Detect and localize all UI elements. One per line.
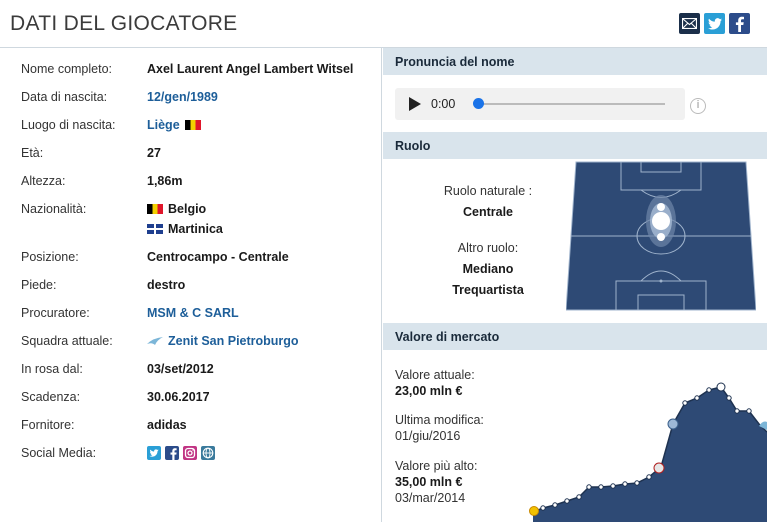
last-modified-label: Ultima modifica: (395, 413, 484, 427)
value-foot: destro (147, 278, 186, 292)
label-birth-place: Luogo di nascita: (21, 118, 116, 132)
player-data-panel: Nome completo: Axel Laurent Angel Lamber… (0, 48, 382, 522)
club-value: Zenit San Pietroburgo (147, 334, 299, 348)
audio-progress-track[interactable] (479, 103, 665, 105)
belgium-flag-icon (184, 120, 201, 130)
other-role-value-2: Trequartista (452, 283, 524, 297)
highest-value-label: Valore più alto: (395, 459, 478, 473)
label-contract: Scadenza: (21, 390, 81, 404)
natural-role-value: Centrale (462, 205, 514, 219)
value-nationality-2: Martinica (147, 222, 223, 236)
social-instagram-link[interactable] (183, 446, 197, 460)
label-age: Età: (21, 146, 44, 160)
social-facebook-link[interactable] (165, 446, 179, 460)
highest-value: 35,00 mln € (395, 475, 463, 489)
share-twitter-button[interactable] (704, 13, 725, 34)
club-link[interactable]: Zenit San Pietroburgo (168, 334, 299, 348)
twitter-icon (707, 17, 722, 30)
natural-role-label: Ruolo naturale : (443, 184, 533, 198)
last-modified-date: 01/giu/2016 (395, 429, 461, 443)
other-role-value-1: Mediano (462, 262, 514, 276)
market-value-header: Valore di mercato (383, 323, 767, 350)
label-foot: Piede: (21, 278, 57, 292)
club-logo-icon (529, 506, 539, 516)
label-social: Social Media: (21, 446, 97, 460)
label-joined: In rosa dal: (21, 362, 83, 376)
pronunciation-header: Pronuncia del nome (383, 48, 767, 75)
label-agent: Procuratore: (21, 306, 90, 320)
mail-icon (682, 18, 697, 29)
role-header: Ruolo (383, 132, 767, 159)
other-role-label: Altro ruolo: (457, 241, 519, 255)
social-website-link[interactable] (201, 446, 215, 460)
value-joined: 03/set/2012 (147, 362, 214, 376)
value-height: 1,86m (147, 174, 183, 188)
label-supplier: Fornitore: (21, 418, 75, 432)
birth-date-link[interactable]: 12/gen/1989 (147, 90, 218, 104)
info-icon[interactable]: i (690, 98, 706, 114)
value-full-name: Axel Laurent Angel Lambert Witsel (147, 62, 354, 76)
market-value-chart (529, 382, 767, 522)
section-title: DATI DEL GIOCATORE (10, 12, 238, 35)
side-panel: Pronuncia del nome 0:00 i Ruolo Ruolo na… (383, 48, 767, 522)
social-links (147, 446, 219, 460)
audio-time: 0:00 (431, 97, 456, 111)
current-value-label: Valore attuale: (395, 368, 475, 382)
current-value: 23,00 mln € (395, 384, 463, 398)
label-nationality: Nazionalità: (21, 202, 87, 216)
audio-progress-knob[interactable] (473, 98, 484, 109)
value-contract: 30.06.2017 (147, 390, 210, 404)
agent-link[interactable]: MSM & C SARL (147, 306, 239, 320)
label-birth-date: Data di nascita: (21, 90, 108, 104)
audio-player: 0:00 (395, 88, 685, 120)
martinique-flag-icon (147, 224, 163, 234)
website-icon (202, 447, 214, 459)
birth-place-value: Liège (147, 118, 201, 132)
club-logo-icon (653, 462, 665, 474)
value-nationality-1: Belgio (147, 202, 206, 216)
play-icon[interactable] (409, 97, 421, 111)
value-age: 27 (147, 146, 161, 160)
label-position: Posizione: (21, 250, 79, 264)
highest-value-date: 03/mar/2014 (395, 491, 466, 505)
pitch-diagram (566, 161, 756, 311)
share-mail-button[interactable] (679, 13, 700, 34)
label-club: Squadra attuale: (21, 334, 113, 348)
twitter-icon (149, 449, 159, 457)
value-supplier: adidas (147, 418, 187, 432)
club-logo-icon (667, 418, 679, 430)
club-logo-icon (716, 382, 726, 392)
birth-place-link[interactable]: Liège (147, 118, 180, 132)
facebook-icon (735, 16, 744, 32)
social-twitter-link[interactable] (147, 446, 161, 460)
belgium-flag-icon (147, 204, 163, 214)
label-full-name: Nome completo: (21, 62, 113, 76)
position-heatmap (646, 195, 676, 247)
share-facebook-button[interactable] (729, 13, 750, 34)
club-logo-icon (147, 337, 163, 345)
instagram-icon (184, 447, 196, 459)
value-position: Centrocampo - Centrale (147, 250, 289, 264)
label-height: Altezza: (21, 174, 66, 188)
section-header: DATI DEL GIOCATORE (0, 0, 767, 48)
facebook-icon (170, 448, 177, 460)
